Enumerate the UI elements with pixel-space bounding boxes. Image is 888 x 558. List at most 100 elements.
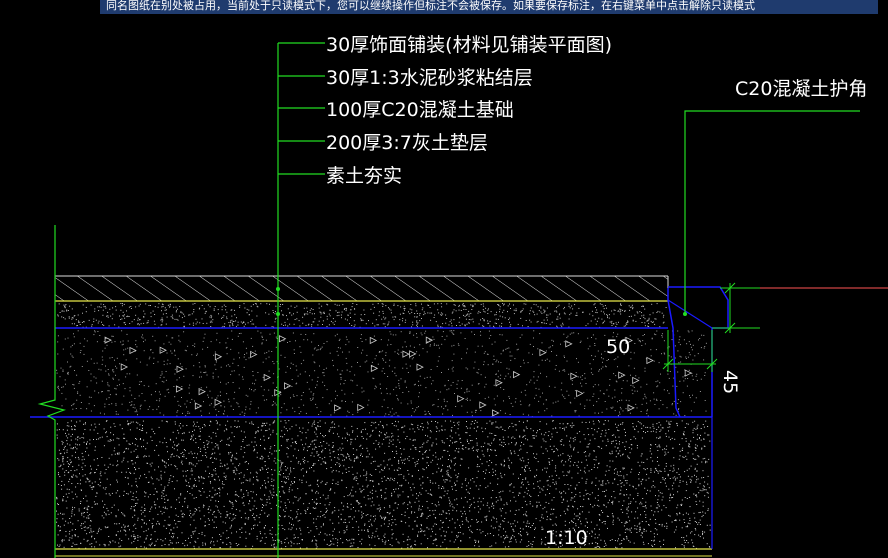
speckle-dot	[264, 494, 266, 496]
speckle-dot	[581, 375, 583, 377]
speckle-dot	[537, 306, 539, 308]
speckle-dot	[156, 408, 158, 410]
speckle-dot	[347, 314, 349, 316]
speckle-dot	[596, 524, 598, 526]
speckle-dot	[604, 313, 605, 315]
speckle-dot	[71, 545, 73, 547]
speckle-dot	[247, 395, 249, 397]
speckle-dot	[219, 391, 221, 393]
speckle-dot	[621, 399, 623, 401]
speckle-dot	[429, 376, 431, 378]
speckle-dot	[353, 478, 355, 480]
speckle-dot	[703, 489, 705, 491]
speckle-dot	[388, 520, 390, 522]
speckle-dot	[468, 467, 470, 469]
speckle-dot	[226, 311, 228, 313]
speckle-dot	[351, 425, 353, 427]
speckle-dot	[533, 456, 535, 458]
speckle-dot	[200, 371, 202, 373]
speckle-dot	[635, 403, 637, 405]
speckle-dot	[579, 431, 581, 433]
speckle-dot	[309, 398, 311, 400]
speckle-dot	[308, 422, 310, 424]
speckle-dot	[153, 357, 155, 359]
speckle-dot	[176, 499, 178, 501]
speckle-dot	[452, 333, 454, 335]
speckle-dot	[87, 517, 89, 519]
speckle-dot	[612, 523, 614, 525]
speckle-dot	[232, 463, 234, 465]
speckle-dot	[680, 361, 682, 363]
speckle-dot	[530, 527, 532, 528]
speckle-dot	[89, 532, 91, 534]
speckle-dot	[93, 362, 95, 364]
speckle-dot	[137, 414, 138, 416]
speckle-dot	[607, 502, 609, 504]
speckle-dot	[176, 411, 178, 413]
speckle-dot	[404, 321, 406, 323]
speckle-dot	[360, 444, 362, 446]
speckle-dot	[592, 434, 594, 436]
speckle-dot	[293, 534, 295, 536]
speckle-dot	[451, 486, 453, 488]
speckle-dot	[530, 307, 532, 309]
speckle-dot	[258, 517, 260, 519]
speckle-dot	[116, 523, 118, 525]
speckle-dot	[587, 493, 589, 494]
speckle-dot	[191, 354, 193, 356]
speckle-dot	[617, 366, 618, 368]
speckle-dot	[594, 497, 596, 499]
speckle-dot	[197, 537, 199, 539]
speckle-dot	[426, 376, 428, 378]
speckle-dot	[116, 385, 118, 387]
speckle-dot	[494, 434, 496, 436]
speckle-dot	[238, 426, 240, 428]
speckle-dot	[228, 398, 230, 400]
speckle-dot	[683, 537, 685, 539]
speckle-dot	[305, 437, 307, 439]
speckle-dot	[161, 303, 163, 305]
speckle-dot	[442, 541, 444, 543]
speckle-dot	[183, 375, 185, 377]
speckle-dot	[443, 400, 445, 402]
speckle-dot	[466, 348, 468, 350]
speckle-dot	[348, 467, 350, 468]
speckle-dot	[521, 482, 522, 484]
speckle-dot	[147, 462, 149, 464]
speckle-dot	[119, 495, 121, 497]
cad-drawing-canvas[interactable]: 30厚饰面铺装(材料见铺装平面图) 30厚1:3水泥砂浆粘结层 100厚C20混…	[0, 0, 888, 558]
speckle-dot	[157, 513, 159, 515]
speckle-dot	[164, 309, 166, 311]
speckle-dot	[592, 373, 594, 375]
speckle-dot	[503, 520, 505, 522]
speckle-dot	[155, 507, 156, 509]
speckle-dot	[541, 528, 543, 530]
speckle-dot	[630, 358, 632, 360]
speckle-dot	[607, 480, 609, 482]
speckle-dot	[503, 303, 505, 305]
speckle-dot	[419, 344, 421, 346]
speckle-dot	[91, 506, 93, 508]
speckle-dot	[694, 474, 695, 476]
speckle-dot	[192, 533, 194, 535]
speckle-dot	[611, 501, 613, 503]
speckle-dot	[120, 303, 122, 304]
speckle-dot	[98, 438, 100, 440]
speckle-dot	[656, 533, 658, 535]
speckle-dot	[661, 335, 663, 336]
speckle-dot	[221, 439, 223, 441]
speckle-dot	[68, 317, 70, 319]
speckle-dot	[643, 530, 645, 532]
speckle-dot	[105, 527, 107, 529]
speckle-dot	[193, 497, 195, 499]
speckle-dot	[410, 423, 412, 425]
speckle-dot	[230, 459, 232, 461]
speckle-dot	[496, 518, 497, 520]
speckle-dot	[457, 380, 459, 382]
speckle-dot	[678, 468, 679, 470]
speckle-dot	[459, 325, 461, 327]
speckle-dot	[596, 309, 598, 311]
speckle-dot	[98, 368, 100, 370]
speckle-dot	[158, 479, 160, 481]
speckle-dot	[445, 405, 446, 407]
